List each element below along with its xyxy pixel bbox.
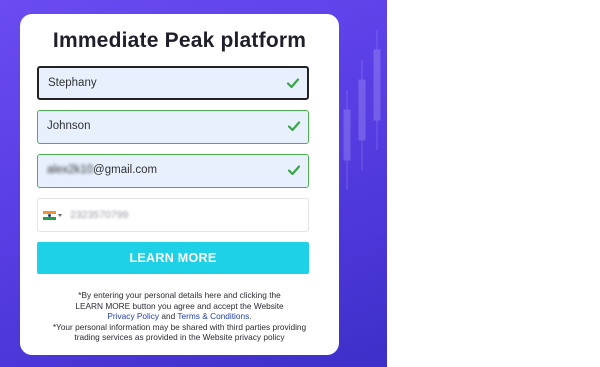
disclaimer-line-4: *Your personal information may be shared… [52, 321, 307, 332]
disclaimer-line-2: LEARN MORE button you agree and accept t… [75, 300, 284, 311]
period-text: . [249, 311, 252, 321]
landing-background: Immediate Peak platform Stephany Johnson… [0, 0, 387, 367]
disclaimer-line-3: Privacy Policy and Terms & Conditions. [32, 311, 327, 322]
checkmark-icon [287, 121, 301, 132]
phone-value: 2323570799 [70, 209, 129, 221]
email-local-part: alex2k10 [47, 164, 94, 176]
email-field[interactable]: alex2k10@gmail.com [37, 154, 309, 188]
form-title: Immediate Peak platform [52, 29, 307, 52]
last-name-field[interactable]: Johnson [37, 110, 309, 144]
terms-conditions-link[interactable]: Terms & Conditions [177, 311, 249, 321]
first-name-field[interactable]: Stephany [37, 66, 309, 100]
signup-card: Immediate Peak platform Stephany Johnson… [20, 14, 339, 355]
email-value: alex2k10@gmail.com [47, 155, 157, 186]
phone-field[interactable]: 2323570799 [37, 198, 309, 232]
checkmark-icon [287, 165, 301, 176]
email-domain: @gmail.com [93, 164, 158, 176]
privacy-policy-link[interactable]: Privacy Policy [107, 311, 159, 321]
learn-more-button[interactable]: LEARN MORE [37, 242, 309, 274]
disclaimer-text: *By entering your personal details here … [32, 290, 327, 343]
first-name-value: Stephany [48, 77, 97, 89]
checkmark-icon [286, 78, 300, 89]
last-name-value: Johnson [47, 120, 91, 132]
chevron-down-icon[interactable] [58, 214, 62, 217]
disclaimer-line-1: *By entering your personal details here … [78, 290, 281, 300]
disclaimer-line-5: trading services as provided in the Webs… [74, 332, 285, 342]
india-flag-icon[interactable] [43, 211, 56, 220]
and-text: and [161, 311, 176, 321]
